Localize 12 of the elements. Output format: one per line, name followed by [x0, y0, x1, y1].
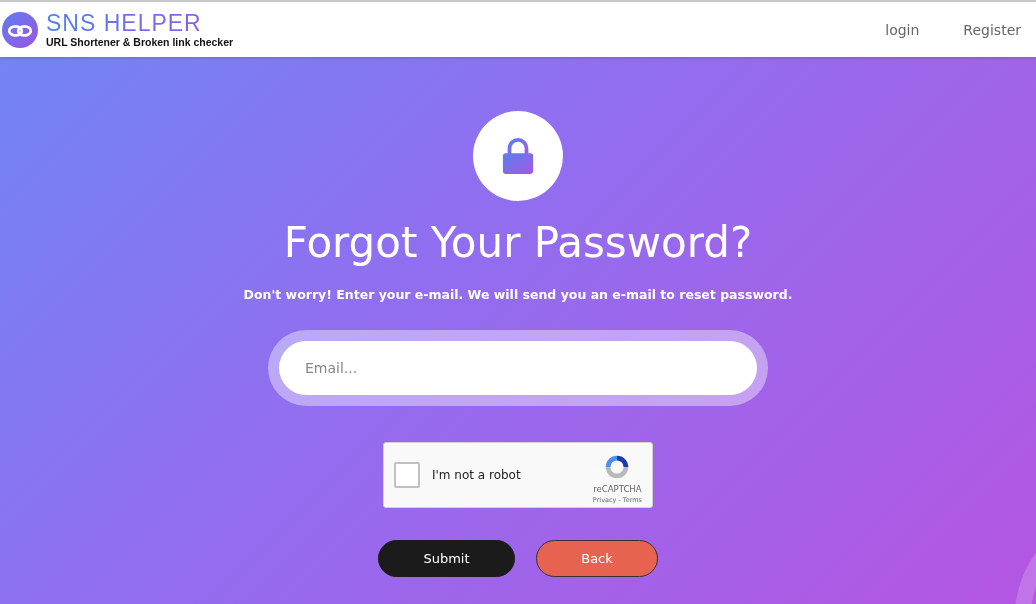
- captcha-label: I'm not a robot: [432, 468, 522, 482]
- page-title: Forgot Your Password?: [283, 217, 753, 269]
- page-subtitle: Don't worry! Enter your e-mail. We will send you an e-mail to reset password.: [243, 287, 793, 302]
- logo-subtitle: URL Shortener & Broken link checker: [46, 37, 234, 48]
- nav-link[interactable]: login: [885, 21, 920, 38]
- email-field[interactable]: Email...: [268, 330, 768, 406]
- submit-button[interactable]: Submit: [378, 540, 515, 577]
- captcha-brand: reCAPTCHA: [593, 484, 642, 494]
- back-button[interactable]: Back: [536, 540, 658, 577]
- nav-link[interactable]: Register: [963, 21, 1021, 38]
- lock-icon: [501, 136, 535, 176]
- captcha-checkbox[interactable]: [394, 462, 420, 488]
